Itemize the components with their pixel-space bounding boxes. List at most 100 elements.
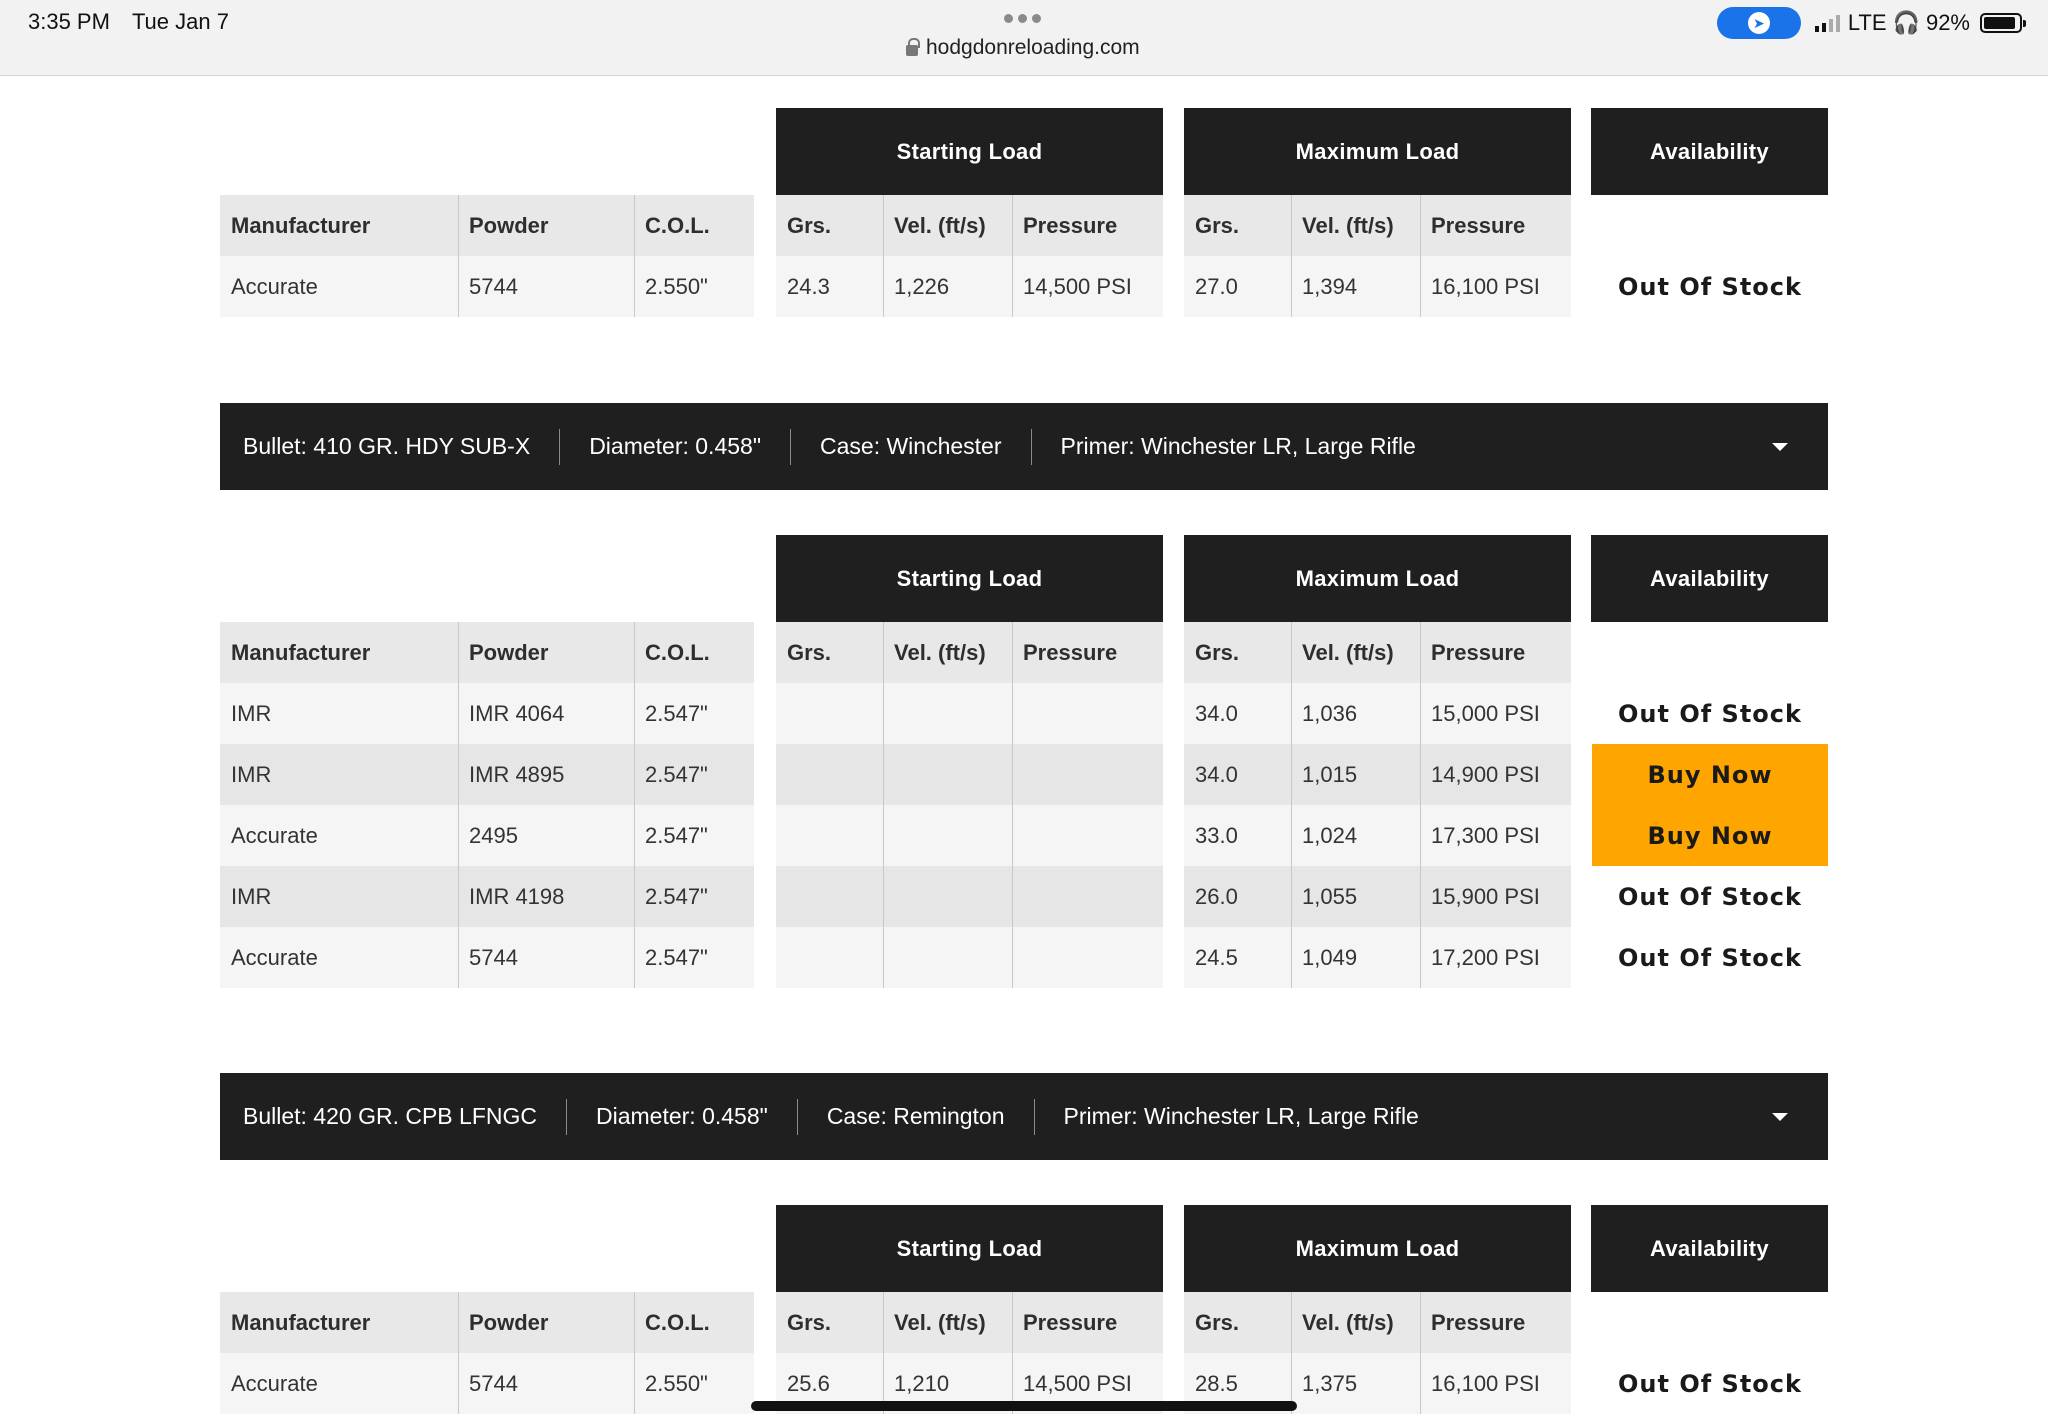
cell-col: 2.547" [634, 927, 754, 988]
cell-s_grs [776, 683, 883, 744]
buy-now-button[interactable]: Buy Now [1592, 805, 1828, 866]
column-divider [634, 195, 635, 317]
column-header-powder: Powder [458, 1292, 634, 1353]
cell-powder: IMR 4064 [458, 683, 634, 744]
cell-m_vel: 1,055 [1291, 866, 1420, 927]
divider [790, 428, 791, 465]
lock-icon [906, 37, 920, 56]
cell-s_pres [1012, 866, 1163, 927]
starting-load-header: Starting Load [776, 535, 1163, 622]
cell-m_grs: 34.0 [1184, 683, 1291, 744]
cell-manufacturer: Accurate [220, 927, 458, 988]
cell-s_vel [883, 744, 1012, 805]
cell-powder: 5744 [458, 927, 634, 988]
cell-powder: 2495 [458, 805, 634, 866]
column-header-m_pres: Pressure [1420, 622, 1571, 683]
cell-s_vel [883, 927, 1012, 988]
column-header-m_vel: Vel. (ft/s) [1291, 195, 1420, 256]
column-divider [1012, 195, 1013, 317]
column-header-m_grs: Grs. [1184, 1292, 1291, 1353]
column-divider [883, 1292, 884, 1414]
cell-m_grs: 33.0 [1184, 805, 1291, 866]
cell-s_vel [883, 683, 1012, 744]
home-indicator[interactable] [751, 1401, 1297, 1411]
maximum-load-header: Maximum Load [1184, 535, 1571, 622]
cell-powder: 5744 [458, 256, 634, 317]
date: Tue Jan 7 [131, 9, 229, 34]
maximum-load-header: Maximum Load [1184, 108, 1571, 195]
starting-load-header: Starting Load [776, 108, 1163, 195]
cell-s_pres: 14,500 PSI [1012, 256, 1163, 317]
bullet-bar-420gr[interactable]: Bullet: 420 GR. CPB LFNGC Diameter: 0.45… [220, 1073, 1828, 1160]
column-header-manufacturer: Manufacturer [220, 1292, 458, 1353]
column-header-s_pres: Pressure [1012, 1292, 1163, 1353]
column-header-s_grs: Grs. [776, 195, 883, 256]
cell-m_grs: 34.0 [1184, 744, 1291, 805]
cell-col: 2.550" [634, 1353, 754, 1414]
more-dots-icon[interactable] [1004, 14, 1041, 23]
column-divider [1291, 622, 1292, 988]
column-header-col: C.O.L. [634, 622, 754, 683]
column-header-powder: Powder [458, 195, 634, 256]
column-divider [458, 195, 459, 317]
column-header-s_grs: Grs. [776, 1292, 883, 1353]
chevron-down-icon[interactable] [1772, 1113, 1788, 1121]
cell-manufacturer: IMR [220, 683, 458, 744]
column-header-manufacturer: Manufacturer [220, 622, 458, 683]
cell-m_grs: 24.5 [1184, 927, 1291, 988]
cell-s_pres [1012, 805, 1163, 866]
column-divider [634, 622, 635, 988]
cell-m_pres: 15,000 PSI [1420, 683, 1571, 744]
bullet-name: Bullet: 420 GR. CPB LFNGC [243, 1103, 537, 1129]
cell-s_grs: 24.3 [776, 256, 883, 317]
load-table-1: Starting Load Maximum Load Availability Man… [220, 108, 1828, 318]
cell-manufacturer: Accurate [220, 1353, 458, 1414]
address-bar[interactable]: hodgdonreloading.com [906, 36, 1140, 60]
bullet-primer: Primer: Winchester LR, Large Rifle [1060, 433, 1416, 459]
column-header-s_vel: Vel. (ft/s) [883, 622, 1012, 683]
column-header-s_pres: Pressure [1012, 622, 1163, 683]
load-table-2: Starting Load Maximum Load Availability Man… [220, 535, 1828, 988]
cell-col: 2.547" [634, 683, 754, 744]
bullet-primer: Primer: Winchester LR, Large Rifle [1063, 1103, 1419, 1129]
availability-status: Out Of Stock [1618, 943, 1802, 972]
column-divider [458, 622, 459, 988]
column-divider [1420, 622, 1421, 988]
divider [1030, 428, 1032, 465]
chevron-down-icon[interactable] [1772, 443, 1788, 451]
cell-s_grs [776, 805, 883, 866]
availability-status: Out Of Stock [1618, 1369, 1802, 1398]
divider [796, 1098, 798, 1135]
cell-m_pres: 15,900 PSI [1420, 866, 1571, 927]
cell-m_pres: 16,100 PSI [1420, 1353, 1571, 1414]
buy-now-button[interactable]: Buy Now [1592, 744, 1828, 805]
cell-m_grs: 26.0 [1184, 866, 1291, 927]
column-divider [883, 622, 884, 988]
divider [559, 428, 561, 465]
cell-m_vel: 1,015 [1291, 744, 1420, 805]
column-header-m_grs: Grs. [1184, 622, 1291, 683]
network-label: LTE [1847, 10, 1887, 35]
cell-m_vel: 1,394 [1291, 256, 1420, 317]
signal-icon [1814, 14, 1840, 32]
cell-manufacturer: IMR [220, 866, 458, 927]
column-header-manufacturer: Manufacturer [220, 195, 458, 256]
cell-s_pres [1012, 683, 1163, 744]
column-header-col: C.O.L. [634, 195, 754, 256]
cell-s_vel: 1,226 [883, 256, 1012, 317]
clock: 3:35 PM [28, 9, 110, 34]
column-header-s_vel: Vel. (ft/s) [883, 1292, 1012, 1353]
column-header-powder: Powder [458, 622, 634, 683]
column-divider [1420, 1292, 1421, 1414]
bullet-bar-410gr[interactable]: Bullet: 410 GR. HDY SUB-X Diameter: 0.45… [220, 403, 1828, 490]
column-header-m_vel: Vel. (ft/s) [1291, 1292, 1420, 1353]
divider [566, 1098, 567, 1135]
cell-m_vel: 1,024 [1291, 805, 1420, 866]
cell-s_pres [1012, 744, 1163, 805]
bullet-diameter: Diameter: 0.458" [589, 433, 761, 459]
divider [1033, 1098, 1035, 1135]
cell-manufacturer: Accurate [220, 256, 458, 317]
availability-status: Out Of Stock [1618, 882, 1802, 911]
headphones-icon: 🎧 [1892, 10, 1920, 35]
column-header-s_pres: Pressure [1012, 195, 1163, 256]
